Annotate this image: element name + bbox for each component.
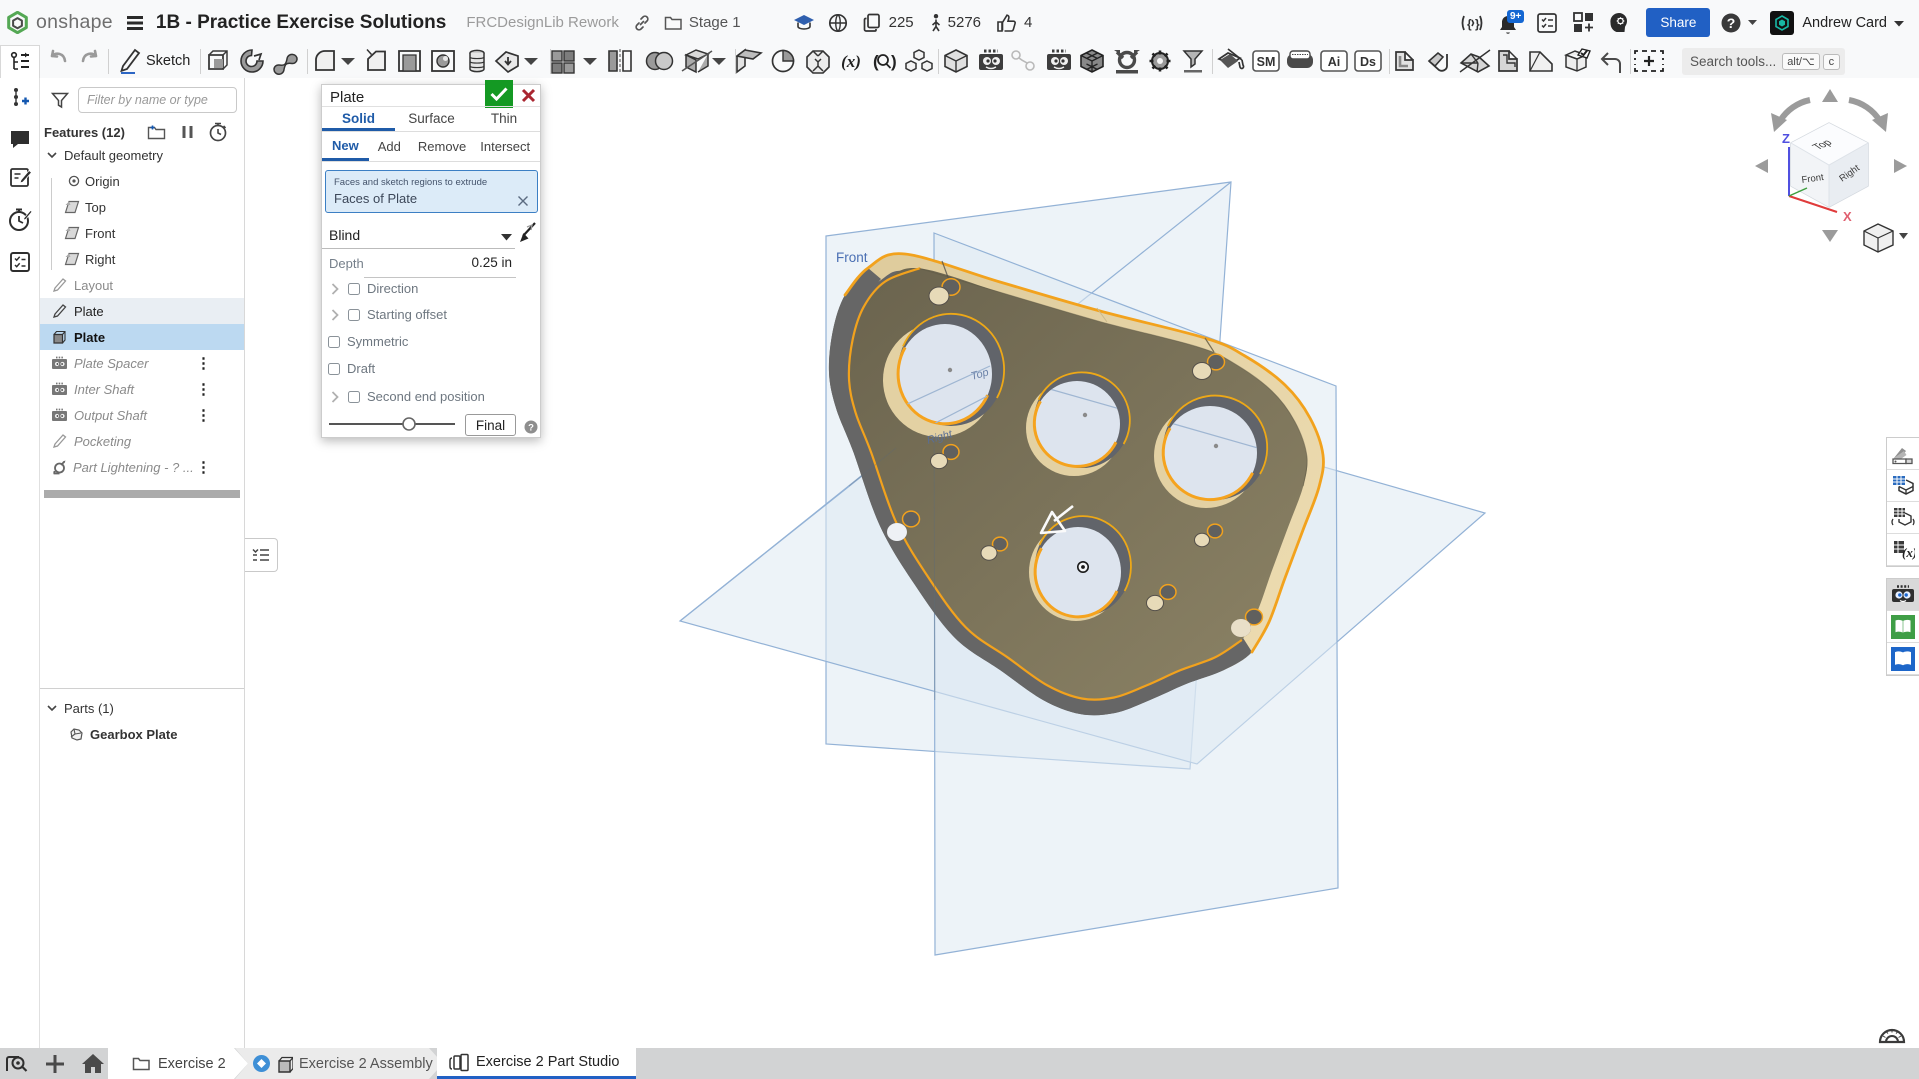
svg-text:?: ? <box>1727 15 1736 31</box>
svg-text:SM: SM <box>1257 55 1276 69</box>
svg-text:(x): (x) <box>1902 545 1915 560</box>
svg-text:Ds: Ds <box>1360 55 1376 69</box>
svg-text:(x): (x) <box>841 52 861 71</box>
svg-text:): ) <box>891 52 897 71</box>
svg-text:Z: Z <box>1782 131 1790 146</box>
svg-text:Front: Front <box>836 250 868 265</box>
svg-text:X: X <box>1843 209 1852 224</box>
svg-text:?: ? <box>528 423 534 434</box>
svg-text:Ai: Ai <box>1328 55 1341 69</box>
